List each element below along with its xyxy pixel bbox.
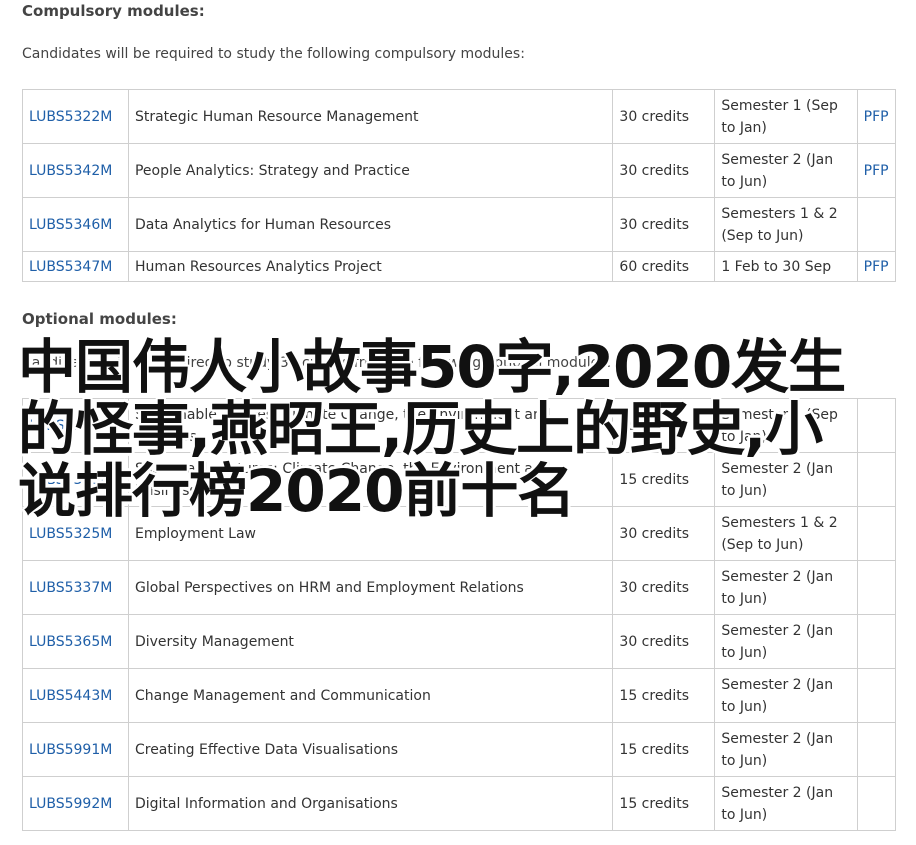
module-credits: 30 credits [612, 143, 716, 198]
table-row: LUBS5347M Human Resources Analytics Proj… [22, 251, 897, 282]
compulsory-intro: Candidates will be required to study the… [22, 46, 525, 62]
module-title: Creating Effective Data Visualisations [127, 722, 614, 777]
module-code-cell: LUBS5443M [22, 668, 129, 723]
module-title: Strategic Human Resource Management [127, 89, 614, 144]
module-code-cell: LUBS5992M [22, 776, 129, 831]
module-credits: 15 credits [612, 452, 716, 507]
module-title: People Analytics: Strategy and Practice [127, 143, 614, 198]
module-code-cell: LUBS5322M [22, 89, 129, 144]
module-credits: 30 credits [612, 614, 716, 669]
pfp-cell [856, 506, 897, 561]
module-title: Employment Law [127, 506, 614, 561]
module-code-link[interactable]: LUBS5342M [29, 163, 112, 179]
module-credits: 15 credits [612, 668, 716, 723]
module-code-link[interactable]: LUBS5305M [29, 472, 112, 488]
module-semester: Semester 2 (Jan to Jun) [714, 143, 858, 198]
module-credits: 30 credits [612, 560, 716, 615]
pfp-cell: PFP [856, 251, 897, 282]
table-row: LUBS5322M Strategic Human Resource Manag… [22, 89, 897, 144]
pfp-link[interactable]: PFP [864, 163, 889, 179]
module-code-link[interactable]: LUBS5347M [29, 259, 112, 275]
module-semester: Semester 2 (Jan to Jun) [714, 614, 858, 669]
module-credits: 30 credits [612, 506, 716, 561]
compulsory-heading: Compulsory modules: [22, 2, 205, 20]
module-title: Digital Information and Organisations [127, 776, 614, 831]
module-code-link[interactable]: LUBS5992M [29, 796, 112, 812]
module-title: Human Resources Analytics Project [127, 251, 614, 282]
module-code-cell: LUBS5342M [22, 143, 129, 198]
optional-modules-table: LUBS5304M Sustainable Futures: Climate C… [22, 398, 897, 831]
module-code-link[interactable]: LUBS5443M [29, 688, 112, 704]
module-credits: 30 credits [612, 89, 716, 144]
table-row: LUBS5365M Diversity Management 30 credit… [22, 614, 897, 669]
pfp-cell [856, 398, 897, 453]
table-row: LUBS5305M Sustainable Futures: Climate C… [22, 452, 897, 507]
module-semester: Semester 2 (Jan to Jun) [714, 452, 858, 507]
pfp-cell: PFP [856, 143, 897, 198]
module-title: Sustainable Futures: Climate Change, the… [127, 452, 614, 507]
module-code-link[interactable]: LUBS5346M [29, 217, 112, 233]
module-code-link[interactable]: LUBS5325M [29, 526, 112, 542]
module-code-link[interactable]: LUBS5365M [29, 634, 112, 650]
module-code-link[interactable]: LUBS5322M [29, 109, 112, 125]
pfp-cell [856, 560, 897, 615]
module-semester: Semester 1 (Sep to Jan) [714, 89, 858, 144]
module-code-cell: LUBS5304M [22, 398, 129, 453]
table-row: LUBS5992M Digital Information and Organi… [22, 776, 897, 831]
module-title: Sustainable Futures: Climate Change, the… [127, 398, 614, 453]
pfp-cell [856, 668, 897, 723]
module-semester: Semester 2 (Jan to Jun) [714, 560, 858, 615]
table-row: LUBS5991M Creating Effective Data Visual… [22, 722, 897, 777]
module-semester: Semester 2 (Jan to Jun) [714, 722, 858, 777]
table-row: LUBS5342M People Analytics: Strategy and… [22, 143, 897, 198]
compulsory-modules-table: LUBS5322M Strategic Human Resource Manag… [22, 89, 897, 282]
pfp-cell [856, 197, 897, 252]
pfp-link[interactable]: PFP [864, 109, 889, 125]
pfp-cell [856, 614, 897, 669]
pfp-link[interactable]: PFP [864, 259, 889, 275]
table-row: LUBS5443M Change Management and Communic… [22, 668, 897, 723]
table-row: LUBS5346M Data Analytics for Human Resou… [22, 197, 897, 252]
module-semester: Semesters 1 & 2 (Sep to Jun) [714, 197, 858, 252]
optional-intro: Candidates will be required to study 30 … [22, 355, 612, 371]
module-code-cell: LUBS5347M [22, 251, 129, 282]
module-code-cell: LUBS5325M [22, 506, 129, 561]
module-code-link[interactable]: LUBS5991M [29, 742, 112, 758]
pfp-cell [856, 722, 897, 777]
module-credits: 15 credits [612, 722, 716, 777]
pfp-cell [856, 452, 897, 507]
table-row: LUBS5337M Global Perspectives on HRM and… [22, 560, 897, 615]
module-code-link[interactable]: LUBS5304M [29, 418, 112, 434]
module-title: Diversity Management [127, 614, 614, 669]
table-row: LUBS5325M Employment Law 30 credits Seme… [22, 506, 897, 561]
module-title: Global Perspectives on HRM and Employmen… [127, 560, 614, 615]
module-semester: Semester 2 (Jan to Jun) [714, 668, 858, 723]
pfp-cell: PFP [856, 89, 897, 144]
module-code-cell: LUBS5305M [22, 452, 129, 507]
module-code-cell: LUBS5365M [22, 614, 129, 669]
module-title: Change Management and Communication [127, 668, 614, 723]
module-semester: Semesters 1 & 2 (Sep to Jun) [714, 506, 858, 561]
module-code-cell: LUBS5991M [22, 722, 129, 777]
module-code-cell: LUBS5337M [22, 560, 129, 615]
module-semester: Semester 1 (Sep to Jan) [714, 398, 858, 453]
module-code-cell: LUBS5346M [22, 197, 129, 252]
module-code-link[interactable]: LUBS5337M [29, 580, 112, 596]
pfp-cell [856, 776, 897, 831]
module-semester: 1 Feb to 30 Sep [714, 251, 858, 282]
module-credits: 30 credits [612, 197, 716, 252]
module-credits: 60 credits [612, 251, 716, 282]
module-title: Data Analytics for Human Resources [127, 197, 614, 252]
table-row: LUBS5304M Sustainable Futures: Climate C… [22, 398, 897, 453]
module-semester: Semester 2 (Jan to Jun) [714, 776, 858, 831]
optional-heading: Optional modules: [22, 310, 177, 328]
module-credits: 15 credits [612, 398, 716, 453]
module-credits: 15 credits [612, 776, 716, 831]
